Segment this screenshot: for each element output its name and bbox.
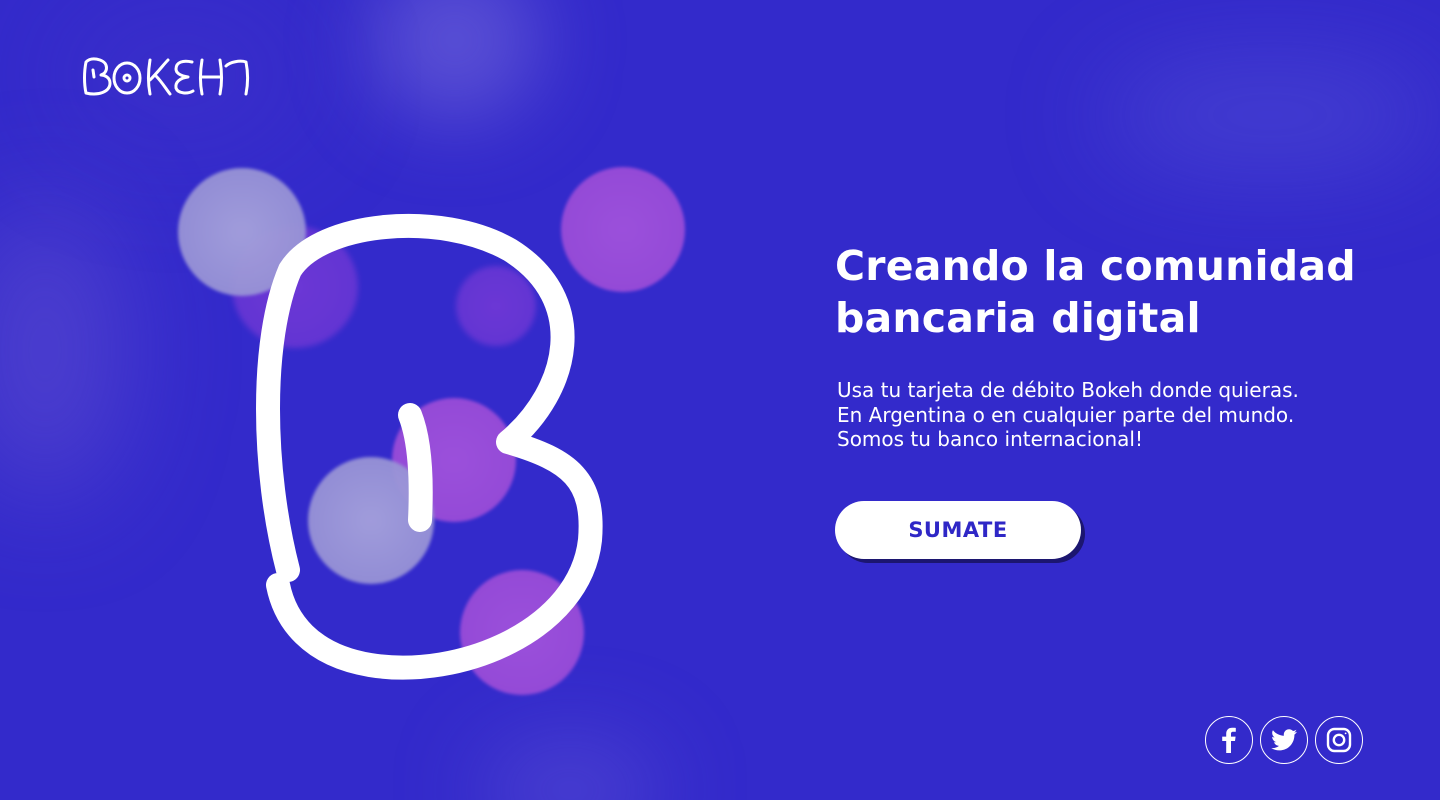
hero-description: Usa tu tarjeta de débito Bokeh donde qui…	[837, 378, 1397, 452]
sumate-button[interactable]: SUMATE	[835, 501, 1081, 559]
instagram-link[interactable]	[1315, 716, 1363, 764]
facebook-link[interactable]	[1205, 716, 1253, 764]
landing-page: Creando la comunidad bancaria digital Us…	[0, 0, 1440, 800]
description-line: Somos tu banco internacional!	[837, 427, 1143, 451]
facebook-icon	[1222, 727, 1236, 753]
headline-line: Creando la comunidad	[835, 242, 1356, 290]
twitter-link[interactable]	[1260, 716, 1308, 764]
instagram-icon	[1326, 727, 1352, 753]
description-line: En Argentina o en cualquier parte del mu…	[837, 402, 1295, 427]
hero-headline: Creando la comunidad bancaria digital	[835, 240, 1395, 344]
headline-line: bancaria digital	[835, 294, 1201, 342]
twitter-icon	[1271, 729, 1297, 751]
description-line: Usa tu tarjeta de débito Bokeh donde qui…	[837, 378, 1299, 402]
bokeh-b-mark	[256, 213, 603, 680]
bokeh-logo[interactable]	[80, 52, 252, 98]
